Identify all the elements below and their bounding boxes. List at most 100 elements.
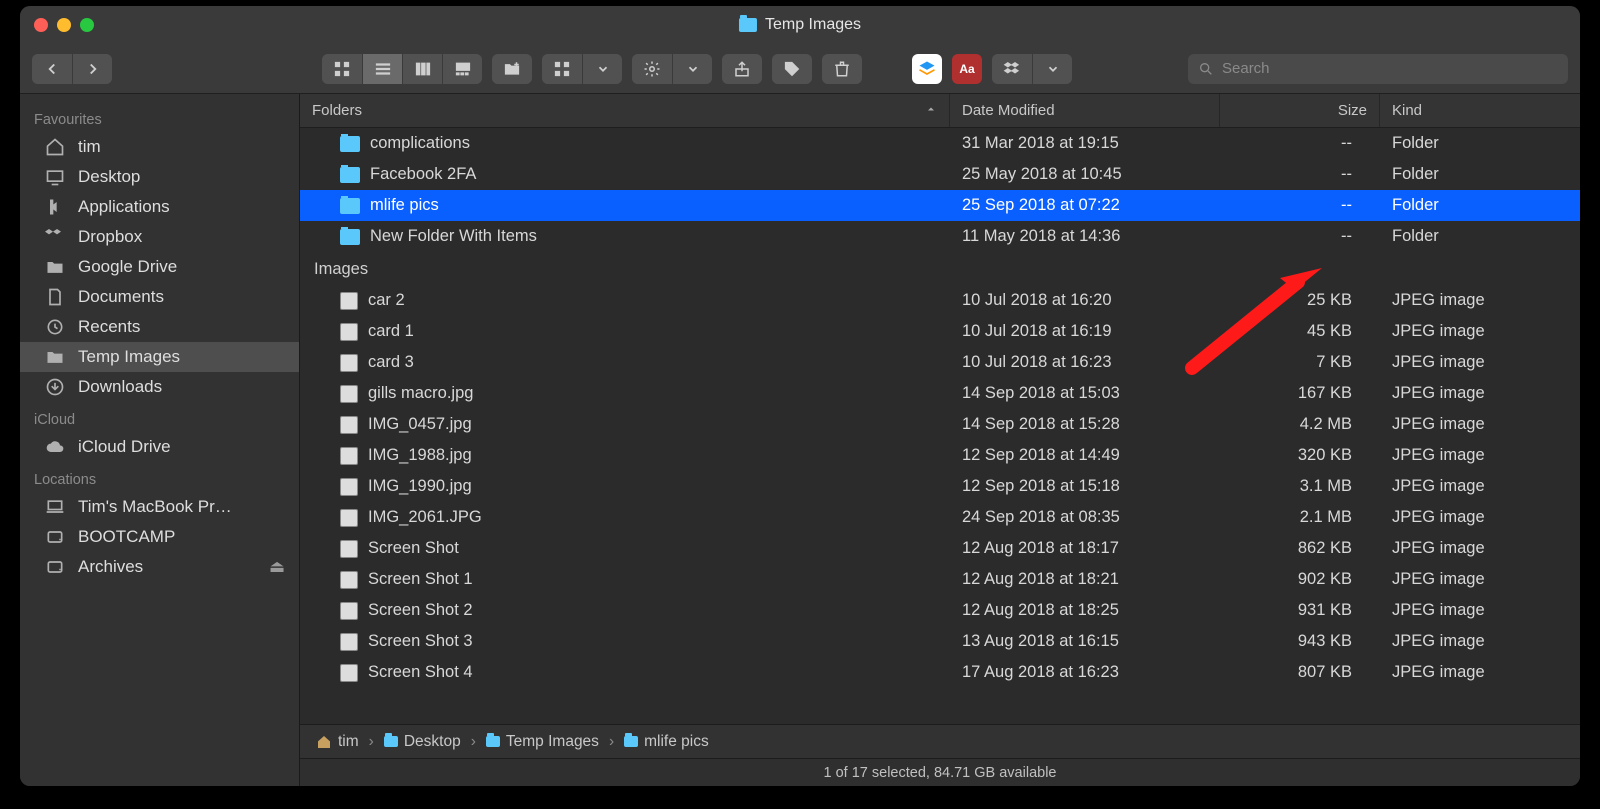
file-row[interactable]: complications31 Mar 2018 at 19:15--Folde…: [300, 128, 1580, 159]
file-row[interactable]: card 310 Jul 2018 at 16:237 KBJPEG image: [300, 347, 1580, 378]
file-row[interactable]: IMG_0457.jpg14 Sep 2018 at 15:284.2 MBJP…: [300, 409, 1580, 440]
breadcrumb-sep: ›: [369, 733, 374, 751]
sidebar-item[interactable]: Tim's MacBook Pr…: [20, 492, 299, 522]
sidebar-item[interactable]: Recents: [20, 312, 299, 342]
file-kind: JPEG image: [1380, 446, 1580, 465]
file-date: 12 Aug 2018 at 18:17: [950, 539, 1220, 558]
new-folder-button[interactable]: [492, 54, 532, 84]
file-date: 10 Jul 2018 at 16:20: [950, 291, 1220, 310]
file-name: New Folder With Items: [370, 227, 537, 246]
home-icon: [44, 137, 66, 157]
file-row[interactable]: IMG_2061.JPG24 Sep 2018 at 08:352.1 MBJP…: [300, 502, 1580, 533]
chevron-down-icon[interactable]: [672, 54, 712, 84]
file-row[interactable]: card 110 Jul 2018 at 16:1945 KBJPEG imag…: [300, 316, 1580, 347]
breadcrumb[interactable]: tim: [316, 733, 359, 751]
file-row[interactable]: gills macro.jpg14 Sep 2018 at 15:03167 K…: [300, 378, 1580, 409]
list-view-button[interactable]: [362, 54, 402, 84]
dropbox-icon[interactable]: [992, 54, 1032, 84]
dropbox-button[interactable]: [992, 54, 1072, 84]
file-size: --: [1220, 134, 1380, 153]
sidebar-item-label: BOOTCAMP: [78, 527, 175, 547]
file-size: 902 KB: [1220, 570, 1380, 589]
file-date: 25 May 2018 at 10:45: [950, 165, 1220, 184]
file-row[interactable]: Screen Shot 212 Aug 2018 at 18:25931 KBJ…: [300, 595, 1580, 626]
trash-button[interactable]: [822, 54, 862, 84]
forward-button[interactable]: [72, 54, 112, 84]
laptop-icon: [44, 497, 66, 517]
header-kind[interactable]: Kind: [1380, 94, 1580, 127]
sidebar-item-label: Archives: [78, 557, 143, 577]
header-size[interactable]: Size: [1220, 94, 1380, 127]
layers-app-icon[interactable]: [912, 54, 942, 84]
path-bar[interactable]: tim›Desktop›Temp Images›mlife pics: [300, 724, 1580, 758]
column-view-button[interactable]: [402, 54, 442, 84]
sidebar-item[interactable]: Desktop: [20, 162, 299, 192]
file-row[interactable]: Screen Shot 313 Aug 2018 at 16:15943 KBJ…: [300, 626, 1580, 657]
file-row[interactable]: New Folder With Items11 May 2018 at 14:3…: [300, 221, 1580, 252]
sidebar-item[interactable]: Documents: [20, 282, 299, 312]
file-row[interactable]: car 210 Jul 2018 at 16:2025 KBJPEG image: [300, 285, 1580, 316]
file-size: 943 KB: [1220, 632, 1380, 651]
file-row[interactable]: IMG_1988.jpg12 Sep 2018 at 14:49320 KBJP…: [300, 440, 1580, 471]
minimize-button[interactable]: [57, 18, 71, 32]
search-field[interactable]: [1188, 54, 1568, 84]
chevron-down-icon[interactable]: [1032, 54, 1072, 84]
gallery-view-button[interactable]: [442, 54, 482, 84]
breadcrumb[interactable]: mlife pics: [624, 733, 709, 751]
file-name: Facebook 2FA: [370, 165, 476, 184]
search-input[interactable]: [1222, 60, 1558, 77]
icon-view-button[interactable]: [322, 54, 362, 84]
folder-icon: [44, 347, 66, 367]
breadcrumb[interactable]: Temp Images: [486, 733, 599, 751]
file-row[interactable]: IMG_1990.jpg12 Sep 2018 at 15:183.1 MBJP…: [300, 471, 1580, 502]
breadcrumb-label: Desktop: [404, 733, 461, 751]
dictionary-app-icon[interactable]: Aa: [952, 54, 982, 84]
file-name: card 3: [368, 353, 414, 372]
file-row[interactable]: mlife pics25 Sep 2018 at 07:22--Folder: [300, 190, 1580, 221]
image-thumb-icon: [340, 292, 358, 310]
zoom-button[interactable]: [80, 18, 94, 32]
file-size: --: [1220, 227, 1380, 246]
file-row[interactable]: Screen Shot12 Aug 2018 at 18:17862 KBJPE…: [300, 533, 1580, 564]
sidebar-item[interactable]: tim: [20, 132, 299, 162]
gear-icon[interactable]: [632, 54, 672, 84]
file-size: 2.1 MB: [1220, 508, 1380, 527]
tags-button[interactable]: [772, 54, 812, 84]
image-thumb-icon: [340, 509, 358, 527]
close-button[interactable]: [34, 18, 48, 32]
arrange-button[interactable]: [542, 54, 622, 84]
file-row[interactable]: Screen Shot 417 Aug 2018 at 16:23807 KBJ…: [300, 657, 1580, 688]
header-name[interactable]: Folders: [300, 94, 950, 127]
eject-icon[interactable]: ⏏: [269, 557, 285, 577]
file-row[interactable]: Screen Shot 112 Aug 2018 at 18:21902 KBJ…: [300, 564, 1580, 595]
file-row[interactable]: Facebook 2FA25 May 2018 at 10:45--Folder: [300, 159, 1580, 190]
file-rows[interactable]: complications31 Mar 2018 at 19:15--Folde…: [300, 128, 1580, 724]
sidebar-item[interactable]: Downloads: [20, 372, 299, 402]
title-text: Temp Images: [765, 16, 861, 34]
sidebar-item[interactable]: Temp Images: [20, 342, 299, 372]
sidebar-item[interactable]: BOOTCAMP: [20, 522, 299, 552]
sidebar-item[interactable]: Dropbox: [20, 222, 299, 252]
back-button[interactable]: [32, 54, 72, 84]
sidebar-item[interactable]: Google Drive: [20, 252, 299, 282]
file-size: 167 KB: [1220, 384, 1380, 403]
folder-icon: [340, 229, 360, 245]
sidebar-item[interactable]: Archives ⏏: [20, 552, 299, 582]
file-date: 31 Mar 2018 at 19:15: [950, 134, 1220, 153]
file-date: 14 Sep 2018 at 15:03: [950, 384, 1220, 403]
chevron-down-icon[interactable]: [582, 54, 622, 84]
file-kind: JPEG image: [1380, 663, 1580, 682]
header-date[interactable]: Date Modified: [950, 94, 1220, 127]
file-date: 24 Sep 2018 at 08:35: [950, 508, 1220, 527]
sidebar-item[interactable]: Applications: [20, 192, 299, 222]
sidebar[interactable]: FavouritestimDesktopApplicationsDropboxG…: [20, 94, 300, 786]
cloud-icon: [44, 437, 66, 457]
action-button[interactable]: [632, 54, 712, 84]
sidebar-item-label: Downloads: [78, 377, 162, 397]
share-button[interactable]: [722, 54, 762, 84]
file-size: --: [1220, 196, 1380, 215]
breadcrumb-label: tim: [338, 733, 359, 751]
image-thumb-icon: [340, 416, 358, 434]
breadcrumb[interactable]: Desktop: [384, 733, 461, 751]
sidebar-item[interactable]: iCloud Drive: [20, 432, 299, 462]
